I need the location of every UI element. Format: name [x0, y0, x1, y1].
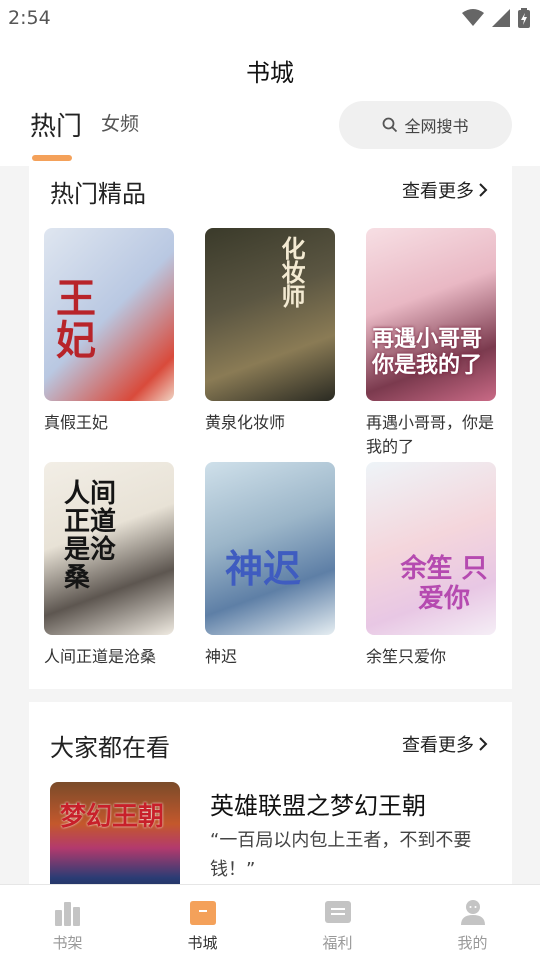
book-cover[interactable]: 王妃 — [44, 228, 174, 401]
nav-profile[interactable]: 我的 — [405, 885, 540, 960]
nav-label: 书架 — [52, 934, 83, 952]
hot-picks-section: 热门精品 查看更多 王妃 真假王妃 化妆师 黄泉化妆师 再遇小哥哥 你是我的了 … — [29, 166, 512, 689]
section-title: 大家都在看 — [50, 734, 170, 762]
featured-book-description: “一百局以内包上王者，不到不要钱！” — [210, 830, 472, 880]
active-tab-indicator — [32, 155, 72, 161]
bookshelf-icon — [54, 902, 80, 926]
book-title: 再遇小哥哥，你是我的了 — [366, 413, 495, 456]
featured-cover-title: 梦幻王朝 — [60, 802, 165, 832]
signal-icon — [492, 9, 510, 27]
book-item[interactable]: 化妆师 黄泉化妆师 — [205, 228, 335, 435]
book-cover[interactable]: 化妆师 — [205, 228, 335, 401]
view-more-label: 查看更多 — [402, 181, 474, 202]
section-title: 热门精品 — [50, 180, 146, 208]
chevron-right-icon — [479, 183, 488, 197]
benefits-icon — [324, 901, 351, 923]
status-time: 2:54 — [8, 7, 51, 29]
book-cover[interactable]: 人间正道是沧桑 — [44, 462, 174, 635]
book-title: 神迟 — [205, 647, 238, 666]
battery-icon — [518, 8, 530, 28]
book-item[interactable]: 人间正道是沧桑 人间正道是沧桑 — [44, 462, 174, 669]
bookstore-icon — [189, 901, 216, 925]
featured-book-cover[interactable]: 梦幻王朝 — [50, 782, 180, 892]
book-cover-title: 余笙 只爱你 — [400, 554, 488, 614]
view-more-link[interactable]: 查看更多 — [402, 731, 488, 757]
book-title: 黄泉化妆师 — [205, 413, 286, 432]
tab-hot[interactable]: 热门 — [30, 106, 82, 143]
status-icons — [462, 8, 530, 28]
book-title: 真假王妃 — [44, 413, 109, 432]
book-cover[interactable]: 余笙 只爱你 — [366, 462, 496, 635]
book-title: 余笙只爱你 — [366, 647, 447, 666]
nav-benefits[interactable]: 福利 — [270, 885, 405, 960]
nav-label: 书城 — [187, 934, 218, 952]
chevron-right-icon — [479, 737, 488, 751]
page-title: 书城 — [246, 59, 294, 87]
book-title: 人间正道是沧桑 — [44, 647, 157, 666]
nav-label: 福利 — [322, 934, 353, 952]
nav-bookshelf[interactable]: 书架 — [0, 885, 135, 960]
nav-label: 我的 — [457, 934, 488, 952]
search-icon — [383, 117, 398, 133]
view-more-link[interactable]: 查看更多 — [402, 177, 488, 203]
wifi-icon — [462, 9, 484, 26]
status-bar: 2:54 — [0, 0, 540, 36]
popular-section: 大家都在看 查看更多 梦幻王朝 英雄联盟之梦幻王朝 “一百局以内包上王者，不到不… — [29, 702, 512, 892]
book-cover-title: 王妃 — [56, 275, 96, 364]
page-header: 书城 热门 女频 全网搜书 — [0, 36, 540, 166]
profile-icon — [460, 900, 485, 925]
search-button[interactable]: 全网搜书 — [339, 101, 512, 149]
book-item[interactable]: 王妃 真假王妃 — [44, 228, 174, 435]
book-item[interactable]: 神迟 神迟 — [205, 462, 335, 669]
book-cover-title: 再遇小哥哥 你是我的了 — [372, 326, 483, 378]
book-cover-title: 化妆师 — [277, 236, 306, 308]
book-cover-title: 神迟 — [225, 546, 302, 591]
bottom-navigation: 书架 书城 福利 我的 — [0, 884, 540, 960]
nav-bookstore[interactable]: 书城 — [135, 885, 270, 960]
tab-female[interactable]: 女频 — [101, 109, 139, 136]
book-item[interactable]: 再遇小哥哥 你是我的了 再遇小哥哥，你是我的了 — [366, 228, 496, 459]
search-label: 全网搜书 — [404, 117, 469, 136]
featured-book-title[interactable]: 英雄联盟之梦幻王朝 — [210, 786, 426, 821]
book-cover-title: 人间正道是沧桑 — [64, 479, 117, 593]
book-cover[interactable]: 再遇小哥哥 你是我的了 — [366, 228, 496, 401]
book-item[interactable]: 余笙 只爱你 余笙只爱你 — [366, 462, 496, 669]
view-more-label: 查看更多 — [402, 735, 474, 756]
book-cover[interactable]: 神迟 — [205, 462, 335, 635]
